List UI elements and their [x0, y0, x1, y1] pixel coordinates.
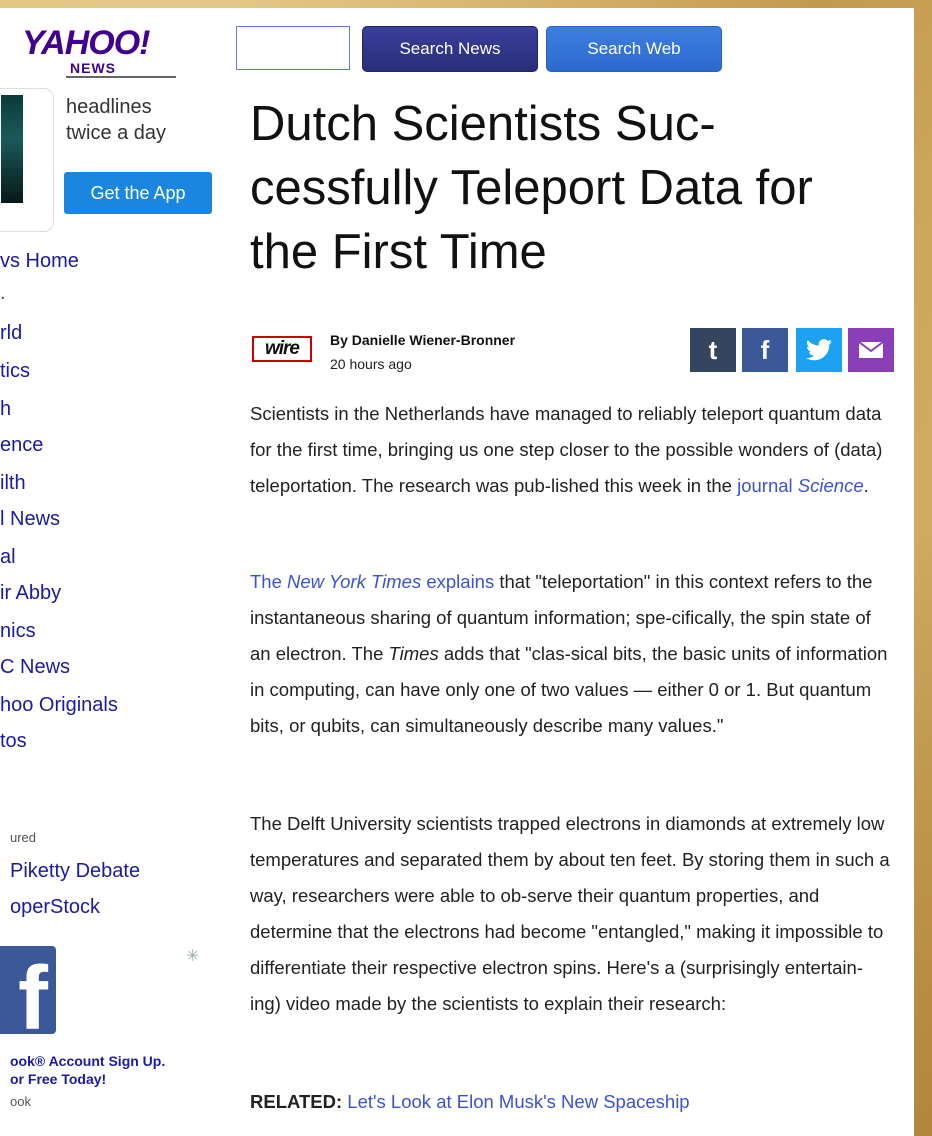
sidebar-item-comics[interactable]: nics: [0, 620, 230, 648]
paragraph-text: .: [863, 475, 869, 496]
sidebar-item-abc-news[interactable]: C News: [0, 656, 230, 684]
twitter-share-icon[interactable]: [796, 328, 842, 372]
sidebar-item-odd-news[interactable]: l News: [0, 508, 230, 536]
paragraph-italic: Times: [388, 643, 439, 664]
journal-science-link[interactable]: journal Science: [737, 475, 864, 496]
get-the-app-button[interactable]: Get the App: [64, 172, 212, 214]
sidebar-item-yahoo-originals[interactable]: hoo Originals: [0, 694, 230, 722]
article-paragraph: Scientists in the Netherlands have manag…: [250, 396, 890, 504]
sidebar-item[interactable]: .: [0, 282, 230, 310]
search-input[interactable]: [236, 26, 350, 70]
facebook-ad-icon[interactable]: f: [0, 946, 56, 1034]
logo-text: YAHOO!: [22, 24, 150, 62]
nyt-explains-link[interactable]: The New York Times explains: [250, 571, 494, 592]
featured-item-piketty[interactable]: Piketty Debate: [10, 860, 240, 888]
link-text: journal: [737, 475, 798, 496]
yahoo-news-logo[interactable]: YAHOO! NEWS: [22, 24, 150, 76]
facebook-ad-text[interactable]: ook® Account Sign Up. or Free Today!: [10, 1052, 210, 1088]
featured-label: ured: [10, 830, 37, 845]
fb-ad-line: ook® Account Sign Up.: [10, 1053, 166, 1069]
search-web-button[interactable]: Search Web: [546, 26, 722, 72]
fb-ad-line: or Free Today!: [10, 1071, 107, 1087]
link-text-italic: New York Times: [287, 571, 422, 592]
phone-screen: [1, 95, 23, 203]
the-wire-logo[interactable]: wire: [252, 336, 312, 362]
promo-text: headlines twice a day: [66, 76, 176, 146]
sidebar-item-dear-abby[interactable]: ir Abby: [0, 582, 230, 610]
search-news-button[interactable]: Search News: [362, 26, 538, 72]
promo-cut-line: [66, 76, 176, 84]
promo-line: headlines: [66, 96, 152, 118]
sidebar-item-politics[interactable]: tics: [0, 360, 230, 388]
twitter-bird-icon: [806, 339, 832, 361]
envelope-icon: [858, 341, 884, 358]
facebook-f-glyph: f: [18, 949, 48, 1034]
article-timestamp: 20 hours ago: [330, 356, 412, 372]
sidebar-item-photos[interactable]: tos: [0, 730, 230, 758]
news-page: YAHOO! NEWS Search News Search Web headl…: [0, 8, 914, 1136]
sidebar-item-local[interactable]: al: [0, 546, 230, 574]
link-text: The: [250, 571, 288, 592]
link-text-italic: Science: [797, 475, 864, 496]
email-share-icon[interactable]: [848, 328, 894, 372]
sidebar-item-world[interactable]: rld: [0, 322, 230, 350]
facebook-ad-source: ook: [10, 1094, 31, 1109]
loading-spinner-icon: ✳: [186, 948, 200, 965]
related-line: RELATED: Let's Look at Elon Musk's New S…: [250, 1084, 890, 1120]
featured-item-cooperstock[interactable]: operStock: [10, 896, 240, 924]
related-label: RELATED:: [250, 1091, 343, 1112]
sidebar-item-science[interactable]: ence: [0, 434, 230, 462]
promo-line: twice a day: [66, 122, 167, 144]
article-byline: By Danielle Wiener-Bronner: [330, 332, 516, 348]
article-title: Dutch Scientists Suc-cessfully Teleport …: [250, 97, 813, 279]
phone-promo-image: [0, 88, 54, 232]
article-paragraph: The New York Times explains that "telepo…: [250, 564, 890, 744]
tumblr-share-icon[interactable]: t: [690, 328, 736, 372]
logo-subtext: NEWS: [70, 60, 116, 76]
article-paragraph: The Delft University scientists trapped …: [250, 813, 890, 1014]
facebook-share-icon[interactable]: f: [742, 328, 788, 372]
link-text: explains: [421, 571, 495, 592]
related-link[interactable]: Let's Look at Elon Musk's New Spaceship: [347, 1091, 689, 1112]
sidebar-item-news-home[interactable]: vs Home: [0, 250, 230, 278]
sidebar-item-tech[interactable]: h: [0, 398, 230, 426]
sidebar-item-health[interactable]: ilth: [0, 472, 230, 500]
